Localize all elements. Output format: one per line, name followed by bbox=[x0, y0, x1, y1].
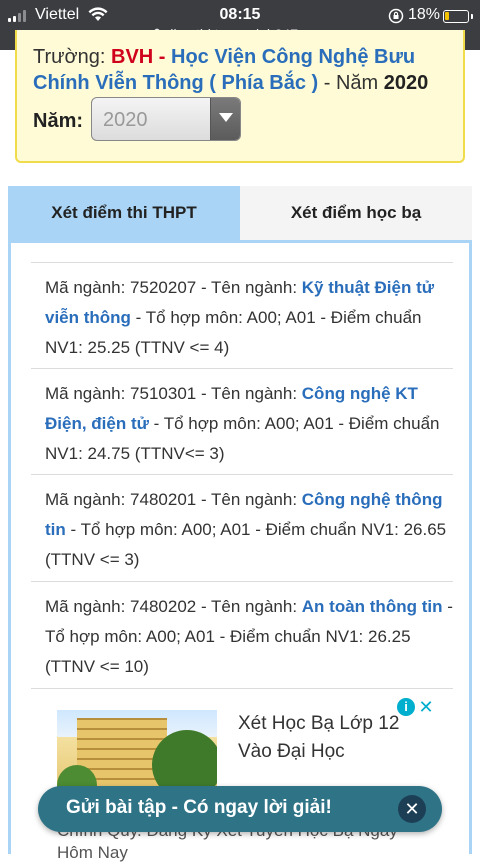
school-year: 2020 bbox=[383, 72, 429, 94]
year-select-value: 2020 bbox=[103, 109, 148, 131]
school-heading: Trường: BVH - Học Viện Công Nghệ Bưu Chí… bbox=[33, 44, 463, 96]
banner-text[interactable]: Gửi bài tập - Có ngay lời giải! bbox=[66, 797, 332, 819]
school-year-prefix: - Năm bbox=[318, 72, 384, 94]
major-name-link[interactable]: An toàn thông tin bbox=[302, 597, 443, 616]
score-tabs: Xét điểm thi THPT Xét điểm học bạ bbox=[8, 186, 472, 240]
year-label: Năm: bbox=[33, 110, 84, 132]
homework-help-banner[interactable]: Gửi bài tập - Có ngay lời giải! ✕ bbox=[38, 786, 442, 832]
list-item: Mã ngành: 7480202 - Tên ngành: An toàn t… bbox=[31, 581, 453, 682]
year-select[interactable]: 2020 bbox=[91, 97, 241, 141]
school-code: BVH bbox=[111, 46, 154, 68]
school-prefix: Trường: bbox=[33, 46, 111, 68]
battery-icon bbox=[443, 10, 473, 23]
list-item: Mã ngành: 7520207 - Tên ngành: Kỹ thuật … bbox=[31, 262, 453, 363]
close-icon[interactable]: ✕ bbox=[398, 795, 426, 823]
info-icon[interactable]: i bbox=[397, 698, 415, 716]
close-icon[interactable]: ✕ bbox=[417, 698, 435, 716]
list-item: Mã ngành: 7480201 - Tên ngành: Công nghệ… bbox=[31, 474, 453, 575]
list-item: Mã ngành: 7510301 - Tên ngành: Công nghệ… bbox=[31, 368, 453, 469]
school-separator: - bbox=[153, 46, 172, 68]
ad-title[interactable]: Xét Học Bạ Lớp 12 Vào Đại Học bbox=[238, 710, 428, 766]
major-detail: - Tổ hợp môn: A00; A01 - Điểm chuẩn NV1:… bbox=[45, 520, 447, 569]
tab-thpt[interactable]: Xét điểm thi THPT bbox=[8, 186, 240, 240]
chevron-down-icon bbox=[210, 98, 240, 140]
major-code: Mã ngành: 7520207 - Tên ngành: bbox=[45, 278, 302, 297]
divider bbox=[31, 688, 453, 689]
school-info-box: Trường: BVH - Học Viện Công Nghệ Bưu Chí… bbox=[15, 30, 465, 163]
major-code: Mã ngành: 7510301 - Tên ngành: bbox=[45, 384, 302, 403]
tab-hoc-ba[interactable]: Xét điểm học bạ bbox=[240, 186, 472, 240]
major-code: Mã ngành: 7480201 - Tên ngành: bbox=[45, 490, 302, 509]
battery-percent: 18% bbox=[408, 6, 441, 23]
major-code: Mã ngành: 7480202 - Tên ngành: bbox=[45, 597, 302, 616]
